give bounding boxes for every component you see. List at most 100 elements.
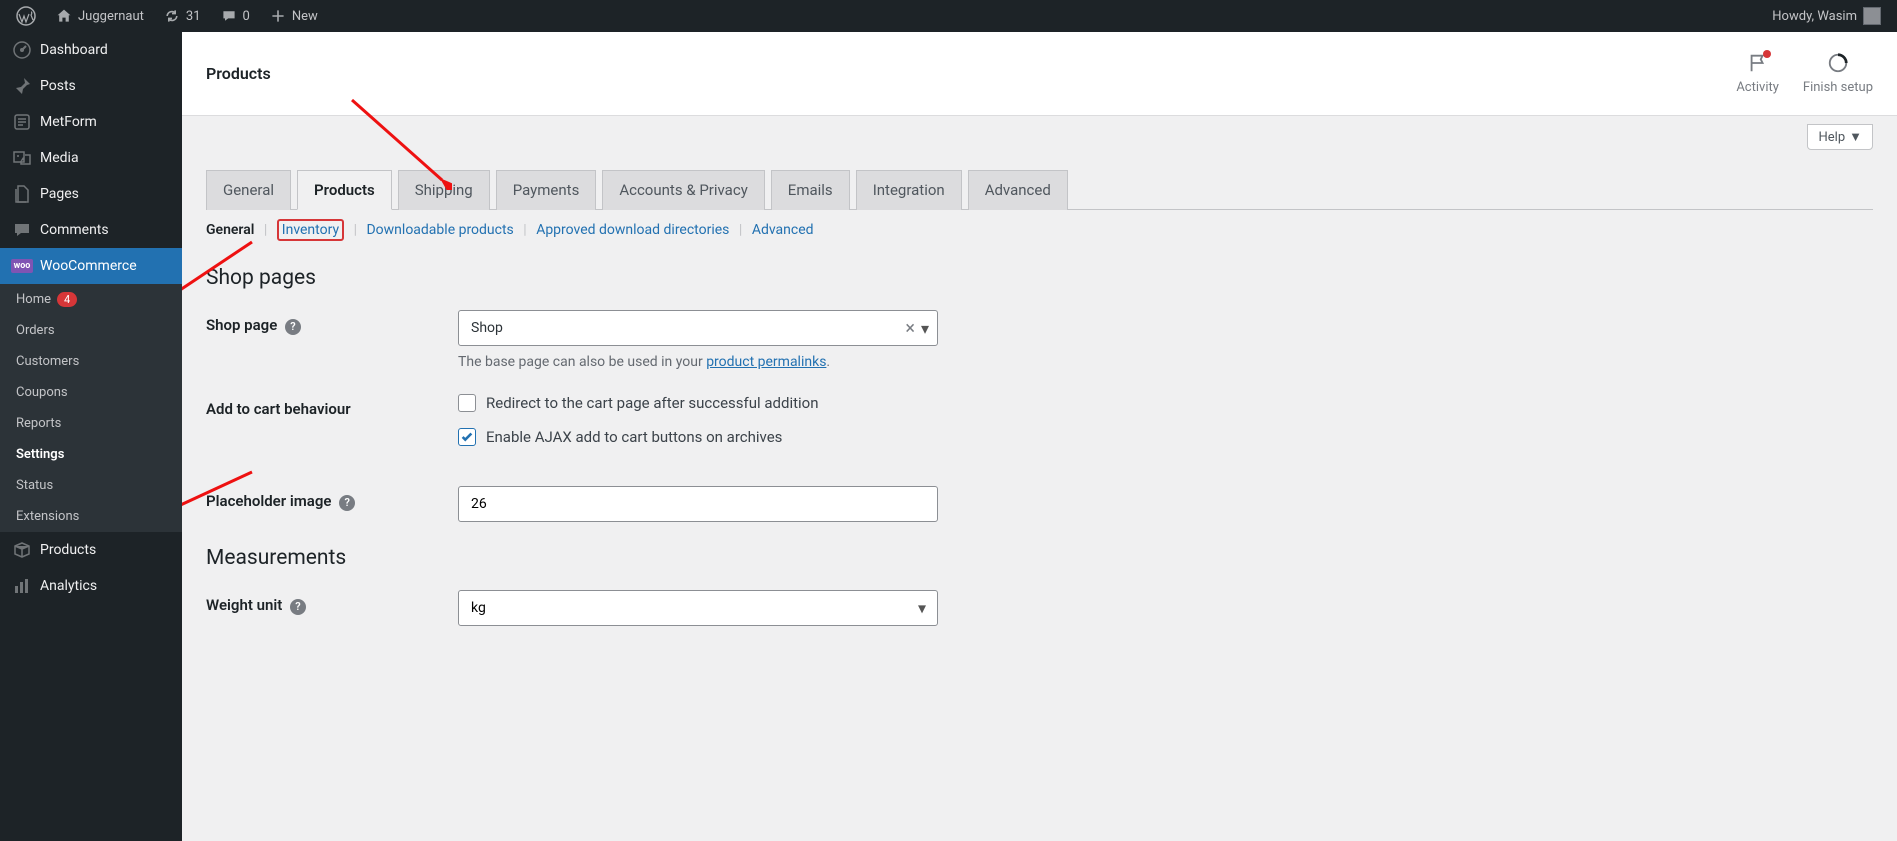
- sidebar-item-comments[interactable]: Comments: [0, 212, 182, 248]
- cart-behaviour-label: Add to cart behaviour: [206, 394, 458, 418]
- site-name: Juggernaut: [78, 9, 144, 24]
- subtab-downloadable[interactable]: Downloadable products: [366, 222, 513, 238]
- clear-icon[interactable]: ×: [905, 318, 915, 339]
- sidebar-item-products[interactable]: Products: [0, 532, 182, 568]
- section-title-shop-pages: Shop pages: [206, 266, 1873, 290]
- updates-link[interactable]: 31: [156, 0, 209, 32]
- sidebar-item-label: WooCommerce: [40, 258, 137, 274]
- media-icon: [12, 148, 32, 168]
- sidebar-item-metform[interactable]: MetForm: [0, 104, 182, 140]
- finish-setup-button[interactable]: Finish setup: [1803, 52, 1873, 95]
- woo-icon: woo: [12, 256, 32, 276]
- refresh-icon: [164, 8, 180, 24]
- notification-dot: [1763, 50, 1771, 58]
- sidebar-item-pages[interactable]: Pages: [0, 176, 182, 212]
- submenu-label: Settings: [16, 447, 64, 462]
- subtab-inventory[interactable]: Inventory: [277, 219, 344, 241]
- admin-bar-account[interactable]: Howdy, Wasim: [1772, 7, 1889, 25]
- subtab-general[interactable]: General: [206, 222, 254, 238]
- tab-advanced[interactable]: Advanced: [968, 170, 1068, 210]
- avatar: [1863, 7, 1881, 25]
- activity-button[interactable]: Activity: [1736, 52, 1779, 95]
- dashboard-icon: [12, 40, 32, 60]
- pages-icon: [12, 184, 32, 204]
- tab-accounts-privacy[interactable]: Accounts & Privacy: [602, 170, 764, 210]
- submenu-label: Orders: [16, 323, 55, 338]
- comment-icon: [221, 8, 237, 24]
- shop-page-label: Shop page ?: [206, 310, 458, 335]
- sidebar-item-posts[interactable]: Posts: [0, 68, 182, 104]
- sidebar-item-label: Posts: [40, 78, 76, 94]
- plus-icon: [270, 8, 286, 24]
- sidebar-item-label: Comments: [40, 222, 109, 238]
- sidebar-item-label: Analytics: [40, 578, 97, 594]
- subtab-advanced[interactable]: Advanced: [752, 222, 814, 238]
- placeholder-image-label: Placeholder image ?: [206, 486, 458, 511]
- comments-link[interactable]: 0: [213, 0, 258, 32]
- tab-integration[interactable]: Integration: [856, 170, 962, 210]
- activity-label: Activity: [1736, 80, 1779, 95]
- bars-icon: [12, 576, 32, 596]
- content-area: Products Activity Finish setup: [182, 32, 1897, 841]
- sidebar-item-analytics[interactable]: Analytics: [0, 568, 182, 604]
- progress-icon: [1827, 52, 1849, 78]
- redirect-cart-label: Redirect to the cart page after successf…: [486, 394, 819, 412]
- help-tooltip-icon[interactable]: ?: [290, 599, 306, 615]
- home-icon: [56, 8, 72, 24]
- help-tab[interactable]: Help ▼: [1807, 124, 1873, 150]
- placeholder-image-input[interactable]: [458, 486, 938, 522]
- submenu-label: Customers: [16, 354, 79, 369]
- tab-payments[interactable]: Payments: [496, 170, 597, 210]
- tab-general[interactable]: General: [206, 170, 291, 210]
- help-label: Help: [1818, 130, 1845, 145]
- submenu-item-status[interactable]: Status: [0, 470, 182, 501]
- submenu-item-reports[interactable]: Reports: [0, 408, 182, 439]
- permalinks-link[interactable]: product permalinks: [706, 354, 826, 370]
- ajax-cart-label: Enable AJAX add to cart buttons on archi…: [486, 428, 782, 446]
- submenu-item-orders[interactable]: Orders: [0, 315, 182, 346]
- weight-unit-select[interactable]: kg: [458, 590, 938, 626]
- submenu-item-customers[interactable]: Customers: [0, 346, 182, 377]
- submenu-label: Reports: [16, 416, 61, 431]
- redirect-cart-checkbox[interactable]: [458, 394, 476, 412]
- flag-icon: [1747, 52, 1769, 78]
- tab-emails[interactable]: Emails: [771, 170, 850, 210]
- submenu-item-coupons[interactable]: Coupons: [0, 377, 182, 408]
- submenu-item-settings[interactable]: Settings: [0, 439, 182, 470]
- submenu-item-extensions[interactable]: Extensions: [0, 501, 182, 532]
- wp-logo[interactable]: [8, 0, 44, 32]
- products-subtabs: General | Inventory | Downloadable produ…: [182, 210, 1897, 250]
- box-icon: [12, 540, 32, 560]
- sidebar-item-label: Products: [40, 542, 96, 558]
- ajax-cart-checkbox[interactable]: [458, 428, 476, 446]
- submenu-label: Home: [16, 292, 51, 307]
- submenu-item-home[interactable]: Home 4: [0, 284, 182, 315]
- site-home-link[interactable]: Juggernaut: [48, 0, 152, 32]
- submenu-label: Extensions: [16, 509, 79, 524]
- comment-icon: [12, 220, 32, 240]
- admin-sidebar: Dashboard Posts MetForm Media Pages Comm…: [0, 32, 182, 841]
- new-link[interactable]: New: [262, 0, 326, 32]
- submenu-label: Status: [16, 478, 53, 493]
- section-title-measurements: Measurements: [206, 546, 1873, 570]
- sidebar-item-woocommerce[interactable]: woo WooCommerce: [0, 248, 182, 284]
- shop-page-value: Shop: [471, 320, 905, 336]
- help-tooltip-icon[interactable]: ?: [285, 319, 301, 335]
- admin-bar: Juggernaut 31 0 New Howdy, Wasim: [0, 0, 1897, 32]
- comments-count: 0: [243, 9, 250, 24]
- tab-products[interactable]: Products: [297, 170, 392, 210]
- sidebar-item-media[interactable]: Media: [0, 140, 182, 176]
- page-header: Products Activity Finish setup: [182, 32, 1897, 116]
- tab-shipping[interactable]: Shipping: [398, 170, 490, 210]
- sidebar-item-label: Pages: [40, 186, 79, 202]
- subtab-approved-dirs[interactable]: Approved download directories: [536, 222, 729, 238]
- new-label: New: [292, 9, 318, 24]
- submenu-label: Coupons: [16, 385, 68, 400]
- help-tooltip-icon[interactable]: ?: [339, 495, 355, 511]
- shop-page-select[interactable]: Shop × ▾: [458, 310, 938, 346]
- sidebar-item-dashboard[interactable]: Dashboard: [0, 32, 182, 68]
- chevron-down-icon: ▼: [1849, 129, 1862, 145]
- greeting: Howdy, Wasim: [1772, 9, 1857, 24]
- pin-icon: [12, 76, 32, 96]
- page-title: Products: [206, 64, 271, 83]
